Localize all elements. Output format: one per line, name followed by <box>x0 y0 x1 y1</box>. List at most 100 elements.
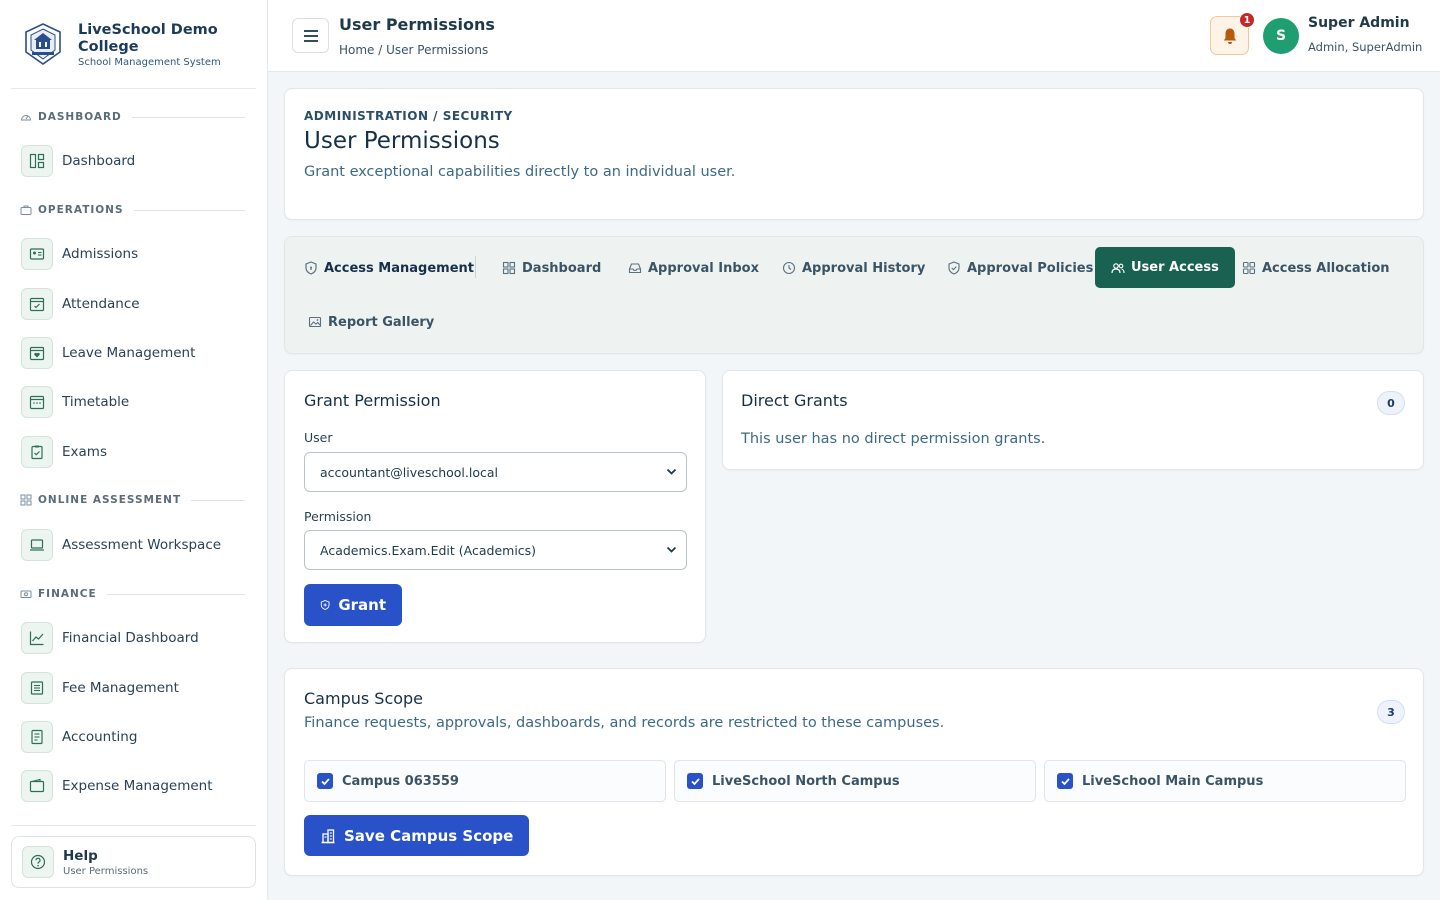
layout-icon <box>21 145 53 177</box>
sidebar-item-label: Exams <box>62 444 107 460</box>
section-rule <box>191 499 245 501</box>
section-finance: FINANCE <box>20 587 245 601</box>
building-icon <box>321 828 335 843</box>
topbar: User Permissions Home / User Permissions… <box>268 0 1440 72</box>
breadcrumb[interactable]: Home / User Permissions <box>339 43 488 57</box>
direct-grants-empty-text: This user has no direct permission grant… <box>741 431 1046 447</box>
section-label: OPERATIONS <box>38 204 124 216</box>
help-title: Help <box>63 847 98 864</box>
page-title: User Permissions <box>304 128 500 154</box>
help-card[interactable]: Help User Permissions <box>11 836 256 888</box>
clock-icon <box>782 261 796 275</box>
sidebar-divider <box>11 88 256 89</box>
calendar-check-icon <box>21 288 53 320</box>
page-description: Grant exceptional capabilities directly … <box>304 164 736 180</box>
image-icon <box>308 316 322 328</box>
campus-label: Campus 063559 <box>342 773 459 789</box>
shield-plus-icon <box>320 599 330 610</box>
sidebar: LiveSchool Demo College School Managemen… <box>0 0 268 900</box>
sidebar-item-admissions[interactable]: Admissions <box>21 237 251 271</box>
tab-approval-policies[interactable]: Approval Policies <box>947 248 1093 288</box>
access-tabs: Access Management Dashboard Approval Inb… <box>284 236 1424 354</box>
avatar[interactable]: S <box>1263 18 1299 54</box>
cash-icon <box>20 590 32 598</box>
tab-separator <box>475 256 476 278</box>
direct-grants-title: Direct Grants <box>741 391 848 410</box>
grid-icon <box>502 261 516 275</box>
tab-label: Report Gallery <box>328 314 435 330</box>
sidebar-item-attendance[interactable]: Attendance <box>21 287 251 321</box>
sidebar-item-assessment-workspace[interactable]: Assessment Workspace <box>21 528 251 562</box>
tab-approval-inbox[interactable]: Approval Inbox <box>628 248 759 288</box>
sidebar-item-dashboard[interactable]: Dashboard <box>21 144 251 178</box>
sidebar-item-exams[interactable]: Exams <box>21 435 251 469</box>
grid-icon <box>1242 261 1256 275</box>
briefcase-icon <box>20 205 32 215</box>
school-logo-icon <box>25 23 61 65</box>
brand-subtitle: School Management System <box>78 57 221 68</box>
campus-count-badge: 3 <box>1377 700 1405 724</box>
calendar-heart-icon <box>21 337 53 369</box>
checkbox-checked-icon[interactable] <box>687 773 703 789</box>
permission-select[interactable]: Academics.Exam.Edit (Academics) <box>304 530 687 570</box>
wallet-icon <box>21 770 53 802</box>
section-label: ONLINE ASSESSMENT <box>38 494 182 506</box>
user-label: User <box>304 430 333 445</box>
section-dashboard: DASHBOARD <box>20 110 245 124</box>
sidebar-item-expense-management[interactable]: Expense Management <box>21 769 251 803</box>
user-role: Admin, SuperAdmin <box>1308 40 1423 54</box>
question-icon <box>22 846 54 878</box>
user-select[interactable]: accountant@liveschool.local <box>304 452 687 492</box>
campus-option[interactable]: Campus 063559 <box>304 760 666 802</box>
sidebar-item-financial-dashboard[interactable]: Financial Dashboard <box>21 621 251 655</box>
tab-approval-history[interactable]: Approval History <box>782 248 925 288</box>
tab-dashboard[interactable]: Dashboard <box>502 248 601 288</box>
chevron-down-icon <box>666 546 677 553</box>
brand[interactable]: LiveSchool Demo College School Managemen… <box>22 22 228 68</box>
campus-option[interactable]: LiveSchool Main Campus <box>1044 760 1406 802</box>
page-eyebrow: ADMINISTRATION / SECURITY <box>304 109 513 123</box>
sidebar-item-label: Assessment Workspace <box>62 537 222 553</box>
save-campus-scope-label: Save Campus Scope <box>344 826 514 845</box>
sidebar-item-leave-management[interactable]: Leave Management <box>21 336 251 370</box>
ledger-icon <box>21 721 53 753</box>
page-header-card: ADMINISTRATION / SECURITY User Permissio… <box>284 88 1424 220</box>
menu-toggle-button[interactable] <box>292 18 329 53</box>
hamburger-icon <box>303 29 318 42</box>
user-name[interactable]: Super Admin <box>1308 15 1410 31</box>
sidebar-item-label: Attendance <box>62 296 140 312</box>
save-campus-scope-button[interactable]: Save Campus Scope <box>304 815 530 856</box>
sidebar-item-accounting[interactable]: Accounting <box>21 720 251 754</box>
brand-name: LiveSchool Demo College <box>78 22 218 55</box>
grant-button[interactable]: Grant <box>304 584 402 626</box>
tab-access-management[interactable]: Access Management <box>304 248 474 288</box>
section-operations: OPERATIONS <box>20 203 245 217</box>
sidebar-item-label: Expense Management <box>62 778 213 794</box>
section-label: FINANCE <box>38 588 97 600</box>
tab-report-gallery[interactable]: Report Gallery <box>308 302 434 342</box>
sidebar-item-label: Timetable <box>62 394 130 410</box>
checkbox-checked-icon[interactable] <box>1057 773 1073 789</box>
campus-label: LiveSchool Main Campus <box>1082 773 1264 789</box>
grid-icon <box>20 494 32 506</box>
sidebar-divider <box>11 825 256 826</box>
checkbox-checked-icon[interactable] <box>317 773 333 789</box>
sidebar-item-label: Admissions <box>62 246 139 262</box>
campus-option[interactable]: LiveSchool North Campus <box>674 760 1036 802</box>
sidebar-item-timetable[interactable]: Timetable <box>21 385 251 419</box>
clipboard-check-icon <box>21 436 53 468</box>
section-rule <box>131 116 245 118</box>
topbar-title: User Permissions <box>339 15 495 34</box>
users-icon <box>1111 262 1125 273</box>
section-online-assessment: ONLINE ASSESSMENT <box>20 493 245 507</box>
tab-user-access[interactable]: User Access <box>1095 247 1235 288</box>
sidebar-item-fee-management[interactable]: Fee Management <box>21 671 251 705</box>
shield-icon <box>305 261 317 275</box>
chevron-down-icon <box>666 468 677 475</box>
tab-access-allocation[interactable]: Access Allocation <box>1242 248 1390 288</box>
sidebar-item-label: Dashboard <box>62 153 136 169</box>
campus-scope-title: Campus Scope <box>304 689 424 708</box>
section-rule <box>106 593 245 595</box>
inbox-icon <box>628 263 642 274</box>
tab-label: Approval Inbox <box>648 260 759 276</box>
